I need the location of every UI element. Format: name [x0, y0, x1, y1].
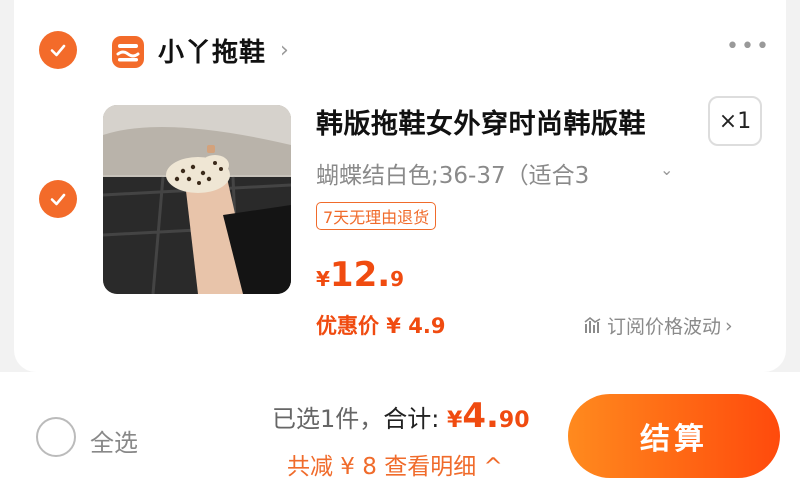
product-title[interactable]: 韩版拖鞋女外穿时尚韩版鞋 — [316, 102, 646, 141]
subscribe-price-alert[interactable]: 订阅价格波动 › — [583, 312, 733, 339]
chevron-right-icon: › — [725, 314, 733, 337]
quantity-button[interactable]: ×1 — [708, 96, 762, 146]
product-image[interactable] — [103, 105, 291, 294]
product-price: ¥12.9 — [316, 255, 404, 295]
more-options-icon[interactable]: ••• — [726, 34, 771, 59]
subscribe-label: 订阅价格波动 — [607, 316, 722, 338]
selected-count: 已选1件， — [272, 405, 384, 433]
shop-name[interactable]: 小丫拖鞋 — [158, 32, 266, 69]
order-summary: 已选1件，合计: ¥4.90 — [272, 396, 530, 436]
price-integer: 12. — [329, 255, 391, 295]
total-amount: ¥4.90 — [447, 396, 530, 436]
cart-page: 小丫拖鞋 › ••• 韩版拖鞋女外穿时尚韩版鞋 ×1 蝴蝶结白色;36-37（适… — [0, 0, 800, 504]
checkmark-icon — [50, 193, 66, 206]
price-decimal: 9 — [390, 267, 405, 291]
total-label: 合计: — [383, 405, 440, 433]
total-currency: ¥ — [447, 408, 463, 433]
checkmark-icon — [50, 44, 66, 57]
item-select-checkbox[interactable] — [39, 180, 77, 218]
savings-details-link[interactable]: 共减 ¥ 8 查看明细 ^ — [287, 447, 503, 481]
chevron-down-icon[interactable]: ⌄ — [660, 160, 673, 179]
price-currency: ¥ — [316, 267, 330, 291]
checkout-button[interactable]: 结算 — [568, 394, 780, 478]
select-all-radio[interactable] — [36, 417, 76, 457]
sku-selector[interactable]: 蝴蝶结白色;36-37（适合3 — [316, 156, 589, 190]
chevron-right-icon[interactable]: › — [280, 38, 289, 63]
total-integer: 4. — [462, 396, 499, 436]
total-decimal: 90 — [498, 408, 530, 433]
select-all-label[interactable]: 全选 — [90, 423, 138, 458]
shop-store-icon — [112, 36, 144, 68]
return-policy-tag: 7天无理由退货 — [316, 202, 437, 230]
shop-select-checkbox[interactable] — [39, 31, 77, 69]
discount-price: 优惠价 ¥ 4.9 — [316, 314, 446, 338]
price-chart-icon — [584, 316, 601, 333]
